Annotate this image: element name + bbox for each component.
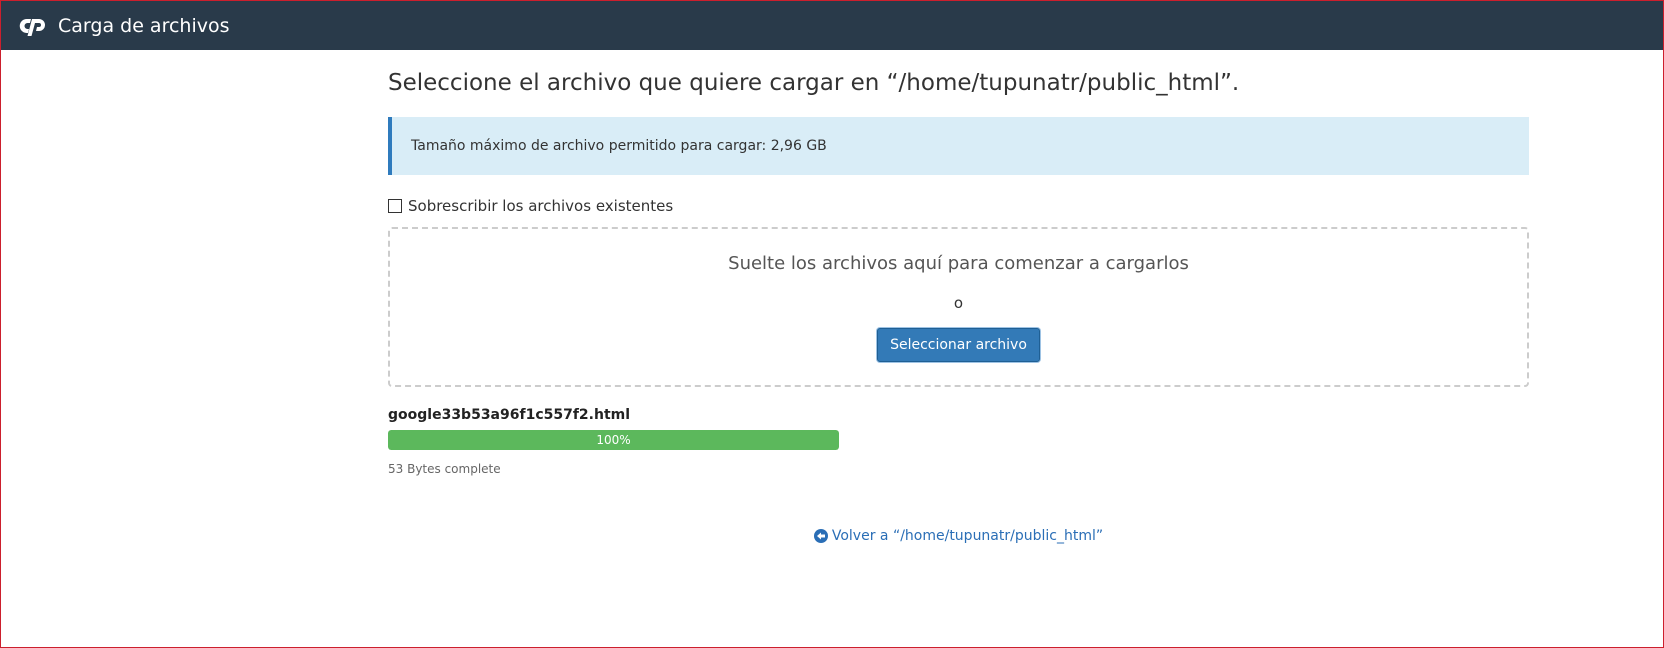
upload-progress: 100% [388, 430, 839, 450]
alert-text: Tamaño máximo de archivo permitido para … [411, 138, 827, 154]
max-size-alert: Tamaño máximo de archivo permitido para … [388, 117, 1529, 175]
overwrite-checkbox[interactable] [388, 199, 402, 213]
back-link[interactable]: Volver a “/home/tupunatr/public_html” [813, 528, 1104, 544]
dropzone-text: Suelte los archivos aquí para comenzar a… [728, 253, 1189, 274]
page-title: Seleccione el archivo que quiere cargar … [388, 70, 1240, 96]
arrow-circle-left-icon [813, 529, 828, 543]
top-bar: Carga de archivos [1, 1, 1663, 50]
main-content: Seleccione el archivo que quiere cargar … [388, 50, 1529, 544]
back-link-label: Volver a “/home/tupunatr/public_html” [831, 528, 1104, 544]
upload-progress-label: 100% [596, 433, 631, 447]
file-dropzone[interactable]: Suelte los archivos aquí para comenzar a… [388, 227, 1529, 387]
upload-item: google33b53a96f1c557f2.html 100% 53 Byte… [388, 407, 1529, 476]
app-title: Carga de archivos [58, 14, 230, 37]
select-file-button[interactable]: Seleccionar archivo [877, 328, 1040, 362]
upload-status: 53 Bytes complete [388, 462, 501, 476]
back-link-row: Volver a “/home/tupunatr/public_html” [388, 528, 1529, 544]
overwrite-option[interactable]: Sobrescribir los archivos existentes [388, 195, 1529, 217]
cpanel-logo-icon[interactable] [18, 15, 48, 37]
overwrite-label: Sobrescribir los archivos existentes [408, 197, 674, 215]
dropzone-or-text: o [953, 294, 964, 312]
upload-file-name: google33b53a96f1c557f2.html [388, 407, 631, 423]
upload-progress-bar: 100% [388, 430, 839, 450]
